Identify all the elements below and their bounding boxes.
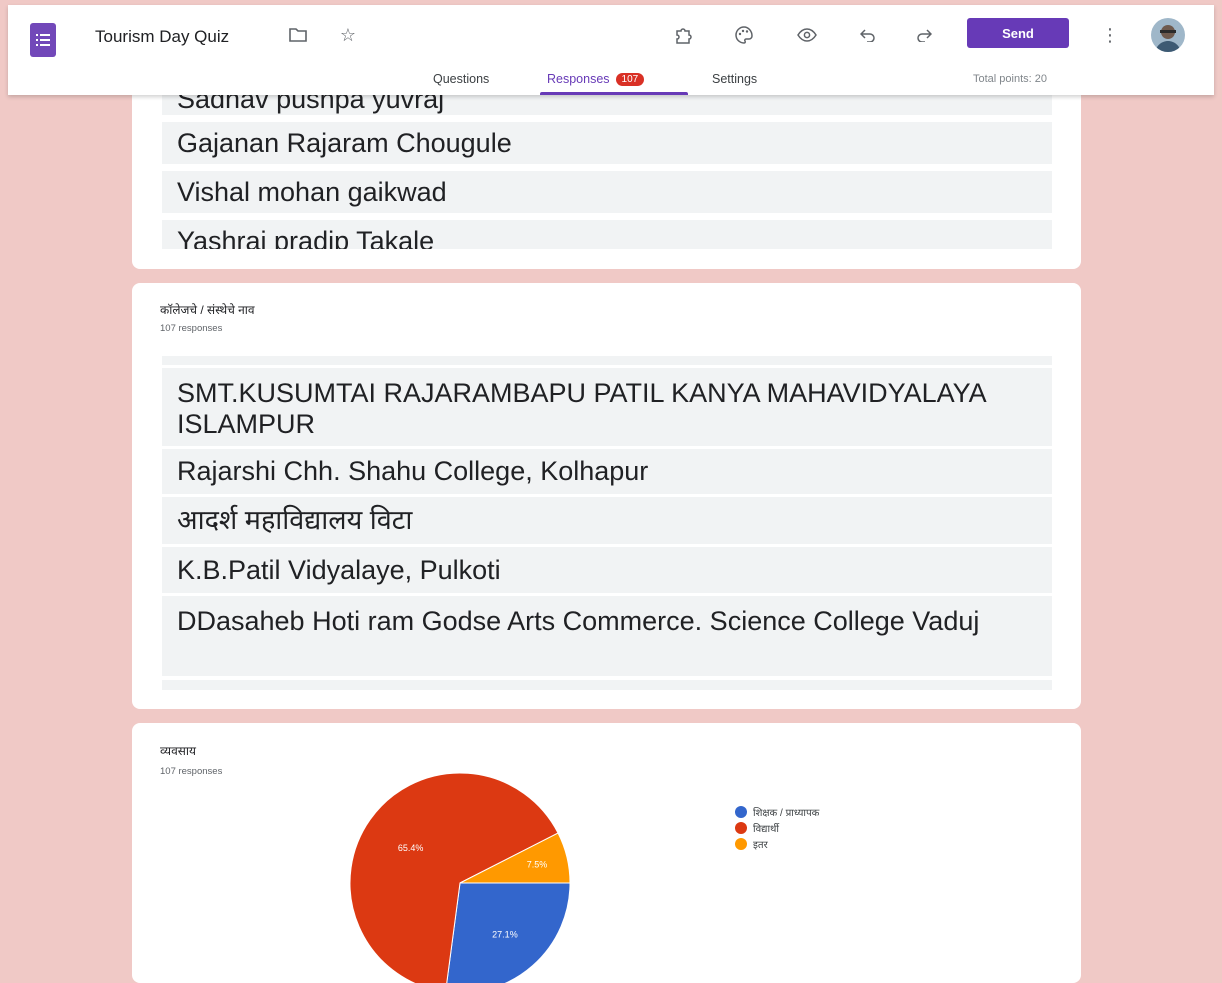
form-title[interactable]: Tourism Day Quiz: [95, 27, 229, 47]
list-item-spacer: [162, 680, 1052, 690]
total-points: Total points: 20: [973, 73, 1047, 85]
tab-responses-label: Responses: [547, 72, 610, 86]
list-item: Rajarshi Chh. Shahu College, Kolhapur: [162, 449, 1052, 494]
undo-icon[interactable]: [854, 21, 882, 49]
tab-questions[interactable]: Questions: [433, 72, 489, 86]
more-vert-icon[interactable]: ⋮: [1096, 21, 1124, 49]
question-title: कॉलेजचे / संस्थेचे नाव: [160, 303, 255, 317]
list-item: DDasaheb Hoti ram Godse Arts Commerce. S…: [162, 596, 1052, 676]
list-item: SMT.KUSUMTAI RAJARAMBAPU PATIL KANYA MAH…: [162, 368, 1052, 446]
tab-settings[interactable]: Settings: [712, 72, 757, 86]
palette-icon[interactable]: [730, 21, 758, 49]
legend-swatch: [735, 806, 747, 818]
response-count: 107 responses: [160, 323, 223, 334]
legend-label: विद्यार्थी: [753, 824, 780, 835]
legend-label: इतर: [753, 840, 768, 851]
forms-logo-icon[interactable]: [30, 23, 56, 57]
legend-item: विद्यार्थी: [735, 821, 779, 835]
redo-icon[interactable]: [910, 21, 938, 49]
occupation-response-card: व्यवसाय 107 responses 27.1% 65.4% 7.5% शिक…: [132, 723, 1081, 983]
addon-puzzle-icon[interactable]: [670, 21, 698, 49]
folder-icon[interactable]: [284, 21, 312, 49]
list-item: Vishal mohan gaikwad: [162, 171, 1052, 213]
college-response-card: कॉलेजचे / संस्थेचे नाव 107 responses SMT…: [132, 283, 1081, 709]
list-item: आदर्श महाविद्यालय विटा: [162, 497, 1052, 544]
legend-swatch: [735, 822, 747, 834]
send-button[interactable]: Send: [967, 18, 1069, 48]
pie-data-label: 65.4%: [398, 843, 424, 853]
list-item-spacer: [162, 356, 1052, 365]
preview-eye-icon[interactable]: [793, 21, 821, 49]
star-icon[interactable]: ☆: [334, 21, 362, 49]
pie-data-label: 7.5%: [527, 860, 548, 870]
avatar[interactable]: [1151, 18, 1185, 52]
list-item: Yashraj pradip Takale: [162, 220, 1052, 249]
app-header: Tourism Day Quiz ☆ Send ⋮ Questions Resp…: [8, 5, 1214, 95]
tab-responses[interactable]: Responses 107: [547, 72, 645, 86]
responses-count-badge: 107: [615, 73, 645, 86]
occupation-pie-chart: 27.1% 65.4% 7.5%: [349, 772, 571, 983]
active-tab-indicator: [540, 92, 688, 95]
legend-swatch: [735, 838, 747, 850]
tab-bar: Questions Responses 107 Settings Total po…: [8, 69, 1214, 95]
legend-item: इतर: [735, 837, 768, 851]
legend-label: शिक्षक / प्राध्यापक: [753, 808, 820, 819]
legend-item: शिक्षक / प्राध्यापक: [735, 805, 819, 819]
list-item: K.B.Patil Vidyalaye, Pulkoti: [162, 547, 1052, 593]
pie-data-label: 27.1%: [492, 929, 518, 939]
list-item: Gajanan Rajaram Chougule: [162, 122, 1052, 164]
